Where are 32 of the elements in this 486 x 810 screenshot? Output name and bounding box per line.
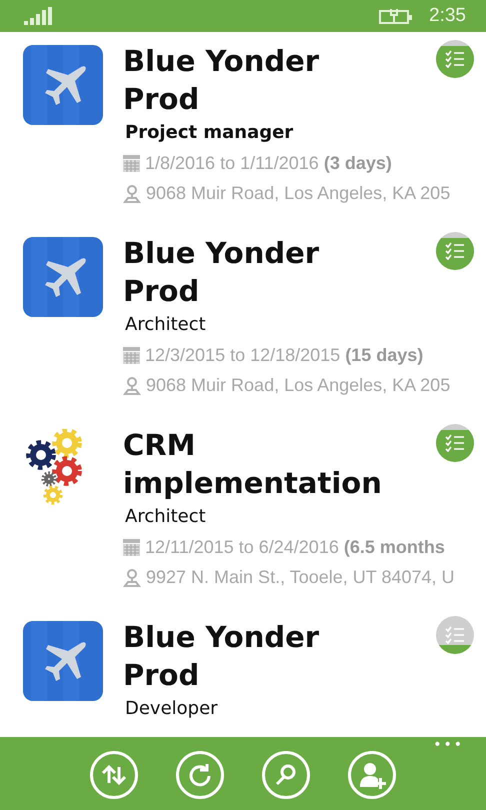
date-range: 12/11/2015 to 6/24/2016 (6.5 months xyxy=(145,536,445,559)
project-role: Architect xyxy=(125,313,207,337)
calendar-icon xyxy=(123,346,140,364)
address: 9068 Muir Road, Los Angeles, KA 205 xyxy=(146,374,450,397)
refresh-button[interactable] xyxy=(176,751,224,799)
sort-button[interactable] xyxy=(90,751,138,799)
map-pin-icon xyxy=(123,376,141,394)
address: 9068 Muir Road, Los Angeles, KA 205 xyxy=(146,182,450,205)
add-contact-button[interactable] xyxy=(348,751,396,799)
project-role: Developer xyxy=(125,697,219,721)
project-role: Project manager xyxy=(125,121,294,145)
address: 9927 N. Main St., Tooele, UT 84074, U xyxy=(146,566,455,589)
map-pin-icon xyxy=(123,568,141,586)
date-range: 1/8/2016 to 1/11/2016 (3 days) xyxy=(145,152,392,175)
calendar-icon xyxy=(123,538,140,556)
map-pin-icon xyxy=(123,184,141,202)
checklist-icon xyxy=(445,625,465,645)
search-button[interactable] xyxy=(262,751,310,799)
checklist-icon xyxy=(445,49,465,69)
project-title[interactable]: Blue Yonder Prod xyxy=(123,234,383,310)
project-title[interactable]: Blue Yonder Prod xyxy=(123,42,383,118)
battery-charging-icon xyxy=(379,7,414,25)
checklist-icon xyxy=(445,241,465,261)
project-title[interactable]: Blue Yonder Prod xyxy=(123,618,383,694)
date-range: 12/3/2015 to 12/18/2015 (15 days) xyxy=(145,344,424,367)
project-role: Architect xyxy=(125,505,207,529)
project-title[interactable]: CRM implementation xyxy=(123,426,383,502)
signal-icon xyxy=(24,7,54,25)
calendar-icon xyxy=(123,154,140,172)
clock-time: 2:35 xyxy=(429,5,466,27)
add-person-icon xyxy=(357,760,387,790)
checklist-icon xyxy=(445,433,465,453)
